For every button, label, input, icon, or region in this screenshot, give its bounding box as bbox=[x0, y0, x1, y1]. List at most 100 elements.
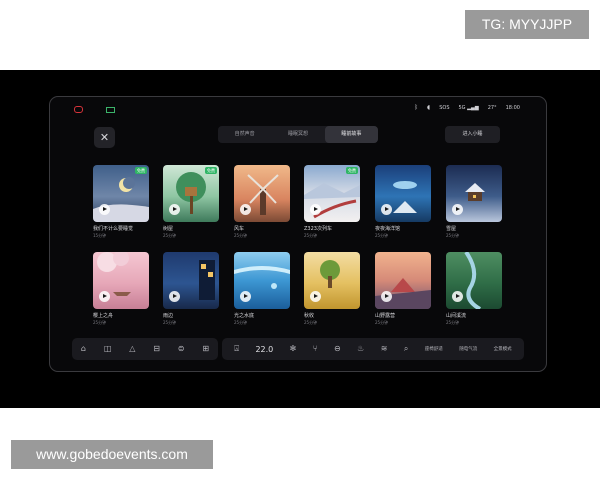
story-title: 樱上之舟 bbox=[93, 313, 114, 319]
story-duration: 25分钟 bbox=[93, 320, 107, 325]
play-icon[interactable] bbox=[381, 204, 392, 215]
story-card[interactable]: 山野露营 25分钟 bbox=[375, 252, 431, 326]
tab-bedtime-stories[interactable]: 睡前故事 bbox=[324, 126, 378, 143]
story-title: 山间溪流 bbox=[446, 313, 467, 319]
play-icon[interactable] bbox=[310, 204, 321, 215]
story-title: 风车 bbox=[234, 226, 245, 232]
story-card[interactable]: 免费 Z323次列车 25分钟 bbox=[304, 165, 360, 239]
story-thumbnail bbox=[304, 252, 360, 309]
wiper-icon[interactable]: ⌕ bbox=[404, 345, 408, 353]
bottom-dock: ⌂ ◫ △ ⊟ ⊜ ⊞ ⍓ 22.0 ✻ ⑂ ⊖ ♨ ≋ ⌕ 座椅舒适 随电气流… bbox=[72, 338, 524, 360]
lock-icon[interactable]: ⍓ bbox=[234, 345, 239, 353]
story-card[interactable]: 雪屋 25分钟 bbox=[446, 165, 502, 239]
enter-nap-button[interactable]: 进入小睡 bbox=[445, 126, 500, 143]
story-duration: 25分钟 bbox=[304, 233, 318, 238]
free-badge: 免费 bbox=[346, 167, 358, 174]
play-icon[interactable] bbox=[169, 204, 180, 215]
temperature-value[interactable]: 22.0 bbox=[255, 345, 273, 354]
bluetooth-icon: ᛒ bbox=[414, 104, 419, 111]
story-title: 光之水底 bbox=[234, 313, 255, 319]
story-thumbnail bbox=[375, 165, 431, 222]
story-title: 树屋 bbox=[163, 226, 174, 232]
navigation-icon[interactable]: △ bbox=[129, 345, 135, 353]
story-thumbnail bbox=[446, 165, 502, 222]
apps-icon[interactable]: ⊞ bbox=[202, 345, 209, 353]
story-title: 雨边 bbox=[163, 313, 174, 319]
outside-temp: 27° bbox=[487, 104, 497, 111]
media-icon[interactable]: ⊜ bbox=[178, 345, 185, 353]
story-card[interactable]: 秋收 25分钟 bbox=[304, 252, 360, 326]
car-icon[interactable]: ◫ bbox=[104, 345, 112, 353]
play-icon[interactable] bbox=[99, 204, 110, 215]
vehicle-icon[interactable]: ⊟ bbox=[153, 345, 160, 353]
speaker-icon: ◖ bbox=[427, 104, 431, 111]
story-duration: 25分钟 bbox=[375, 233, 389, 238]
home-icon[interactable]: ⌂ bbox=[81, 345, 86, 353]
clock: 18:00 bbox=[505, 104, 520, 111]
story-thumbnail bbox=[93, 252, 149, 309]
dock-climate: ⍓ 22.0 ✻ ⑂ ⊖ ♨ ≋ ⌕ 座椅舒适 随电气流 全景模式 bbox=[222, 338, 524, 360]
story-thumbnail bbox=[234, 165, 290, 222]
story-card[interactable]: 樱上之舟 25分钟 bbox=[93, 252, 149, 326]
airflow-button[interactable]: 随电气流 bbox=[459, 346, 477, 352]
story-duration: 25分钟 bbox=[304, 320, 318, 325]
story-duration: 25分钟 bbox=[234, 320, 248, 325]
heat-icon[interactable]: ♨ bbox=[357, 345, 364, 353]
steering-heat-icon[interactable]: ≋ bbox=[381, 345, 388, 353]
story-card[interactable]: 夜夜海洋馆 25分钟 bbox=[375, 165, 431, 239]
play-icon[interactable] bbox=[452, 204, 463, 215]
status-right: ᛒ ◖ SOS 5G ▂▄▆ 27° 18:00 bbox=[414, 104, 520, 111]
story-title: 雪屋 bbox=[446, 226, 457, 232]
story-card[interactable]: 山间溪流 25分钟 bbox=[446, 252, 502, 326]
story-thumbnail bbox=[375, 252, 431, 309]
sos-indicator: SOS bbox=[439, 104, 450, 111]
seat-comfort-button[interactable]: 座椅舒适 bbox=[425, 346, 443, 352]
story-thumbnail bbox=[446, 252, 502, 309]
record-icon bbox=[74, 106, 83, 113]
free-badge: 免费 bbox=[135, 167, 147, 174]
story-duration: 25分钟 bbox=[234, 233, 248, 238]
free-badge: 免费 bbox=[205, 167, 217, 174]
play-icon[interactable] bbox=[99, 291, 110, 302]
story-duration: 25分钟 bbox=[375, 320, 389, 325]
story-duration: 15分钟 bbox=[93, 233, 107, 238]
network-indicator: 5G ▂▄▆ bbox=[458, 104, 479, 111]
play-icon[interactable] bbox=[169, 291, 180, 302]
close-button[interactable]: ✕ bbox=[94, 127, 115, 148]
story-thumbnail bbox=[234, 252, 290, 309]
panorama-button[interactable]: 全景模式 bbox=[494, 346, 512, 352]
seat-icon[interactable]: ⑂ bbox=[313, 345, 318, 353]
status-bar: ᛒ ◖ SOS 5G ▂▄▆ 27° 18:00 bbox=[50, 97, 546, 115]
story-duration: 25分钟 bbox=[163, 233, 177, 238]
play-icon[interactable] bbox=[240, 291, 251, 302]
watermark-bottom: www.gobedoevents.com bbox=[11, 440, 213, 469]
infotainment-screen: ᛒ ◖ SOS 5G ▂▄▆ 27° 18:00 ✕ 自然声音 睡眠冥想 睡前故… bbox=[49, 96, 547, 372]
tab-sleep-meditation[interactable]: 睡眠冥想 bbox=[271, 126, 324, 143]
fan-icon[interactable]: ✻ bbox=[290, 345, 297, 353]
story-duration: 25分钟 bbox=[446, 320, 460, 325]
category-tabs: 自然声音 睡眠冥想 睡前故事 bbox=[218, 126, 378, 143]
play-icon[interactable] bbox=[240, 204, 251, 215]
story-thumbnail bbox=[163, 252, 219, 309]
battery-icon bbox=[106, 107, 115, 113]
story-card[interactable]: 光之水底 25分钟 bbox=[234, 252, 290, 326]
story-thumbnail: 免费 bbox=[304, 165, 360, 222]
defrost-icon[interactable]: ⊖ bbox=[334, 345, 341, 353]
story-title: 我们不计么要睡觉 bbox=[93, 226, 134, 232]
story-duration: 25分钟 bbox=[446, 233, 460, 238]
tab-nature-sounds[interactable]: 自然声音 bbox=[218, 126, 271, 143]
story-card[interactable]: 免费 树屋 25分钟 bbox=[163, 165, 219, 239]
story-thumbnail: 免费 bbox=[93, 165, 149, 222]
play-icon[interactable] bbox=[381, 291, 392, 302]
story-card[interactable]: 雨边 25分钟 bbox=[163, 252, 219, 326]
close-icon: ✕ bbox=[99, 131, 110, 144]
play-icon[interactable] bbox=[310, 291, 321, 302]
story-title: 秋收 bbox=[304, 313, 315, 319]
story-card[interactable]: 免费 我们不计么要睡觉 15分钟 bbox=[93, 165, 149, 239]
story-duration: 25分钟 bbox=[163, 320, 177, 325]
story-card[interactable]: 风车 25分钟 bbox=[234, 165, 290, 239]
signal-icon: ▂▄▆ bbox=[467, 104, 479, 111]
dock-shortcuts: ⌂ ◫ △ ⊟ ⊜ ⊞ bbox=[72, 338, 218, 360]
story-title: 山野露营 bbox=[375, 313, 396, 319]
play-icon[interactable] bbox=[452, 291, 463, 302]
